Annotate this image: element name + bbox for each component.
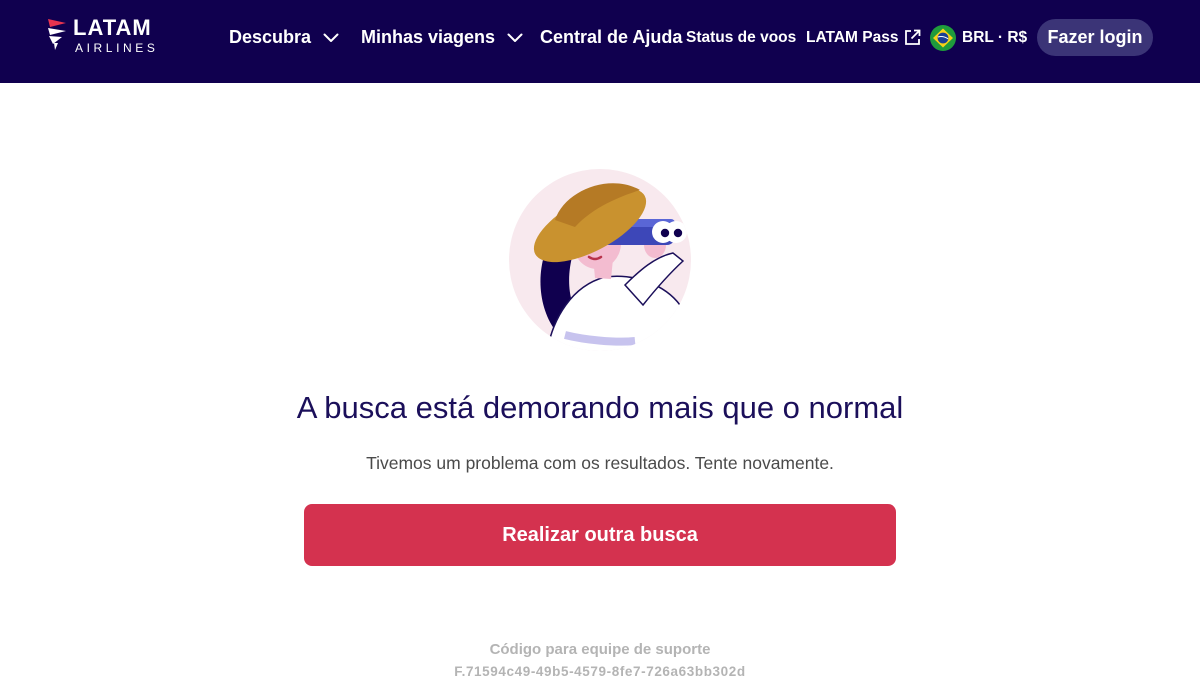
logo-subtitle: AIRLINES bbox=[75, 41, 159, 55]
nav-my-trips[interactable]: Minhas viagens bbox=[361, 0, 523, 75]
nav-my-trips-label: Minhas viagens bbox=[361, 27, 496, 47]
top-navigation-bar: LATAM AIRLINES Descubra Minhas viagens C… bbox=[0, 0, 1200, 83]
external-link-icon bbox=[904, 29, 921, 46]
error-message: Tivemos um problema com os resultados. T… bbox=[366, 453, 834, 473]
latam-logo[interactable]: LATAM AIRLINES bbox=[46, 15, 176, 61]
nav-help-center-label: Central de Ajuda bbox=[540, 27, 683, 47]
nav-latam-pass-label: LATAM Pass bbox=[806, 28, 899, 46]
login-button[interactable]: Fazer login bbox=[1037, 19, 1153, 56]
error-title: A busca está demorando mais que o normal bbox=[296, 390, 904, 425]
nav-flight-status-label: Status de voos bbox=[686, 28, 797, 46]
nav-help-center[interactable]: Central de Ajuda bbox=[540, 0, 682, 75]
brazil-flag-icon bbox=[930, 24, 956, 51]
currency-selector[interactable]: BRL · R$ bbox=[930, 0, 1027, 75]
support-code-value: F.71594c49-49b5-4579-8fe7-726a63bb302d bbox=[454, 664, 746, 679]
support-code-label: Código para equipe de suporte bbox=[489, 641, 711, 658]
nav-flight-status[interactable]: Status de voos bbox=[686, 0, 796, 75]
nav-discover[interactable]: Descubra bbox=[229, 0, 339, 75]
logo-wordmark: LATAM bbox=[73, 15, 152, 40]
search-again-button[interactable]: Realizar outra busca bbox=[304, 504, 896, 566]
nav-discover-label: Descubra bbox=[229, 27, 312, 47]
currency-label: BRL · R$ bbox=[962, 28, 1028, 46]
chevron-down-icon bbox=[507, 33, 523, 43]
chevron-down-icon bbox=[323, 33, 339, 43]
latam-logo-icon bbox=[48, 19, 66, 50]
binoculars-illustration bbox=[509, 169, 691, 351]
nav-latam-pass[interactable]: LATAM Pass bbox=[806, 0, 921, 75]
